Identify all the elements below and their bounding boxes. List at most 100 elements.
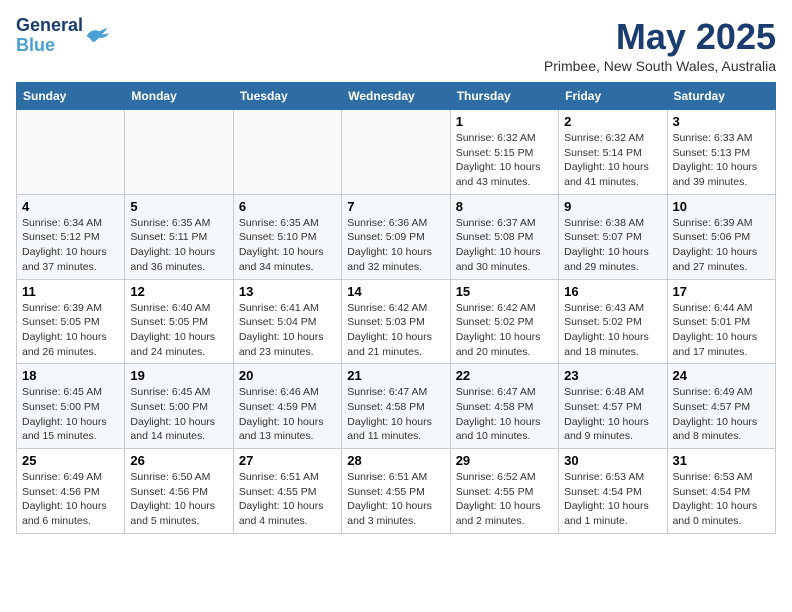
day-number: 31 [673,453,770,468]
page-header: GeneralBlue May 2025 Primbee, New South … [16,16,776,74]
calendar-cell: 29 Sunrise: 6:52 AM Sunset: 4:55 PM Dayli… [450,449,558,534]
calendar-week-row: 25Sunrise: 6:49 AM Sunset: 4:56 PM Dayli… [17,449,776,534]
logo-blue: Blue [16,35,55,55]
day-info: Sunrise: 6:35 AM Sunset: 5:11 PM Dayligh… [130,216,227,275]
day-number: 18 [22,368,119,383]
day-number: 14 [347,284,444,299]
calendar-cell: 13Sunrise: 6:41 AM Sunset: 5:04 PM Dayli… [233,279,341,364]
calendar-cell: 25Sunrise: 6:49 AM Sunset: 4:56 PM Dayli… [17,449,125,534]
day-number: 7 [347,199,444,214]
day-number: 3 [673,114,770,129]
calendar-cell: 3 Sunrise: 6:33 AM Sunset: 5:13 PM Daylig… [667,110,775,195]
day-info: Sunrise: 6:50 AM Sunset: 4:56 PM Dayligh… [130,470,227,529]
day-info: Sunrise: 6:53 AM Sunset: 4:54 PM Dayligh… [564,470,661,529]
calendar-cell: 14Sunrise: 6:42 AM Sunset: 5:03 PM Dayli… [342,279,450,364]
day-info: Sunrise: 6:42 AM Sunset: 5:02 PM Dayligh… [456,301,553,360]
day-header-wednesday: Wednesday [342,83,450,110]
calendar-cell: 1Sunrise: 6:32 AM Sunset: 5:15 PM Daylig… [450,110,558,195]
day-number: 21 [347,368,444,383]
logo: GeneralBlue [16,16,109,56]
calendar-week-row: 1Sunrise: 6:32 AM Sunset: 5:15 PM Daylig… [17,110,776,195]
calendar-week-row: 18 Sunrise: 6:45 AM Sunset: 5:00 PM Dayli… [17,364,776,449]
logo-bird-icon [85,26,109,46]
day-number: 28 [347,453,444,468]
day-info: Sunrise: 6:35 AM Sunset: 5:10 PM Dayligh… [239,216,336,275]
day-number: 30 [564,453,661,468]
day-info: Sunrise: 6:37 AM Sunset: 5:08 PM Dayligh… [456,216,553,275]
calendar-cell [233,110,341,195]
day-header-thursday: Thursday [450,83,558,110]
day-number: 5 [130,199,227,214]
calendar-cell: 10Sunrise: 6:39 AM Sunset: 5:06 PM Dayli… [667,194,775,279]
calendar-cell: 2 Sunrise: 6:32 AM Sunset: 5:14 PM Daylig… [559,110,667,195]
day-number: 23 [564,368,661,383]
calendar-header-row: SundayMondayTuesdayWednesdayThursdayFrid… [17,83,776,110]
day-info: Sunrise: 6:47 AM Sunset: 4:58 PM Dayligh… [456,385,553,444]
calendar-cell: 11Sunrise: 6:39 AM Sunset: 5:05 PM Dayli… [17,279,125,364]
day-number: 6 [239,199,336,214]
day-info: Sunrise: 6:45 AM Sunset: 5:00 PM Dayligh… [22,385,119,444]
day-info: Sunrise: 6:40 AM Sunset: 5:05 PM Dayligh… [130,301,227,360]
day-header-tuesday: Tuesday [233,83,341,110]
day-number: 13 [239,284,336,299]
calendar-cell: 8 Sunrise: 6:37 AM Sunset: 5:08 PM Daylig… [450,194,558,279]
logo-text: GeneralBlue [16,16,83,56]
title-block: May 2025 Primbee, New South Wales, Austr… [544,16,776,74]
day-number: 22 [456,368,553,383]
calendar-cell: 19 Sunrise: 6:45 AM Sunset: 5:00 PM Dayli… [125,364,233,449]
calendar-cell: 16 Sunrise: 6:43 AM Sunset: 5:02 PM Dayli… [559,279,667,364]
day-info: Sunrise: 6:36 AM Sunset: 5:09 PM Dayligh… [347,216,444,275]
calendar-cell: 6 Sunrise: 6:35 AM Sunset: 5:10 PM Daylig… [233,194,341,279]
calendar-cell: 27 Sunrise: 6:51 AM Sunset: 4:55 PM Dayli… [233,449,341,534]
calendar-cell: 12 Sunrise: 6:40 AM Sunset: 5:05 PM Dayli… [125,279,233,364]
day-number: 9 [564,199,661,214]
calendar-cell: 28Sunrise: 6:51 AM Sunset: 4:55 PM Dayli… [342,449,450,534]
day-info: Sunrise: 6:46 AM Sunset: 4:59 PM Dayligh… [239,385,336,444]
day-number: 8 [456,199,553,214]
day-info: Sunrise: 6:45 AM Sunset: 5:00 PM Dayligh… [130,385,227,444]
day-info: Sunrise: 6:43 AM Sunset: 5:02 PM Dayligh… [564,301,661,360]
calendar-table: SundayMondayTuesdayWednesdayThursdayFrid… [16,82,776,534]
day-number: 29 [456,453,553,468]
calendar-cell: 23Sunrise: 6:48 AM Sunset: 4:57 PM Dayli… [559,364,667,449]
day-info: Sunrise: 6:49 AM Sunset: 4:56 PM Dayligh… [22,470,119,529]
calendar-cell: 15 Sunrise: 6:42 AM Sunset: 5:02 PM Dayli… [450,279,558,364]
calendar-cell: 31 Sunrise: 6:53 AM Sunset: 4:54 PM Dayli… [667,449,775,534]
day-info: Sunrise: 6:49 AM Sunset: 4:57 PM Dayligh… [673,385,770,444]
day-number: 12 [130,284,227,299]
day-header-saturday: Saturday [667,83,775,110]
calendar-cell: 21 Sunrise: 6:47 AM Sunset: 4:58 PM Dayli… [342,364,450,449]
calendar-cell: 30 Sunrise: 6:53 AM Sunset: 4:54 PM Dayli… [559,449,667,534]
day-info: Sunrise: 6:39 AM Sunset: 5:05 PM Dayligh… [22,301,119,360]
day-info: Sunrise: 6:34 AM Sunset: 5:12 PM Dayligh… [22,216,119,275]
day-info: Sunrise: 6:53 AM Sunset: 4:54 PM Dayligh… [673,470,770,529]
day-header-friday: Friday [559,83,667,110]
calendar-cell [342,110,450,195]
calendar-cell: 20Sunrise: 6:46 AM Sunset: 4:59 PM Dayli… [233,364,341,449]
day-number: 17 [673,284,770,299]
day-number: 26 [130,453,227,468]
day-info: Sunrise: 6:47 AM Sunset: 4:58 PM Dayligh… [347,385,444,444]
day-number: 1 [456,114,553,129]
calendar-cell: 22 Sunrise: 6:47 AM Sunset: 4:58 PM Dayli… [450,364,558,449]
day-number: 27 [239,453,336,468]
calendar-cell: 24Sunrise: 6:49 AM Sunset: 4:57 PM Dayli… [667,364,775,449]
calendar-cell: 5 Sunrise: 6:35 AM Sunset: 5:11 PM Daylig… [125,194,233,279]
calendar-cell: 4Sunrise: 6:34 AM Sunset: 5:12 PM Daylig… [17,194,125,279]
day-number: 2 [564,114,661,129]
day-number: 16 [564,284,661,299]
day-number: 19 [130,368,227,383]
month-title: May 2025 [544,16,776,58]
calendar-cell: 9Sunrise: 6:38 AM Sunset: 5:07 PM Daylig… [559,194,667,279]
calendar-cell: 7 Sunrise: 6:36 AM Sunset: 5:09 PM Daylig… [342,194,450,279]
day-info: Sunrise: 6:51 AM Sunset: 4:55 PM Dayligh… [239,470,336,529]
day-info: Sunrise: 6:32 AM Sunset: 5:14 PM Dayligh… [564,131,661,190]
day-info: Sunrise: 6:33 AM Sunset: 5:13 PM Dayligh… [673,131,770,190]
day-info: Sunrise: 6:52 AM Sunset: 4:55 PM Dayligh… [456,470,553,529]
location: Primbee, New South Wales, Australia [544,58,776,74]
calendar-cell: 17Sunrise: 6:44 AM Sunset: 5:01 PM Dayli… [667,279,775,364]
calendar-cell [125,110,233,195]
day-header-monday: Monday [125,83,233,110]
calendar-week-row: 4Sunrise: 6:34 AM Sunset: 5:12 PM Daylig… [17,194,776,279]
day-number: 15 [456,284,553,299]
